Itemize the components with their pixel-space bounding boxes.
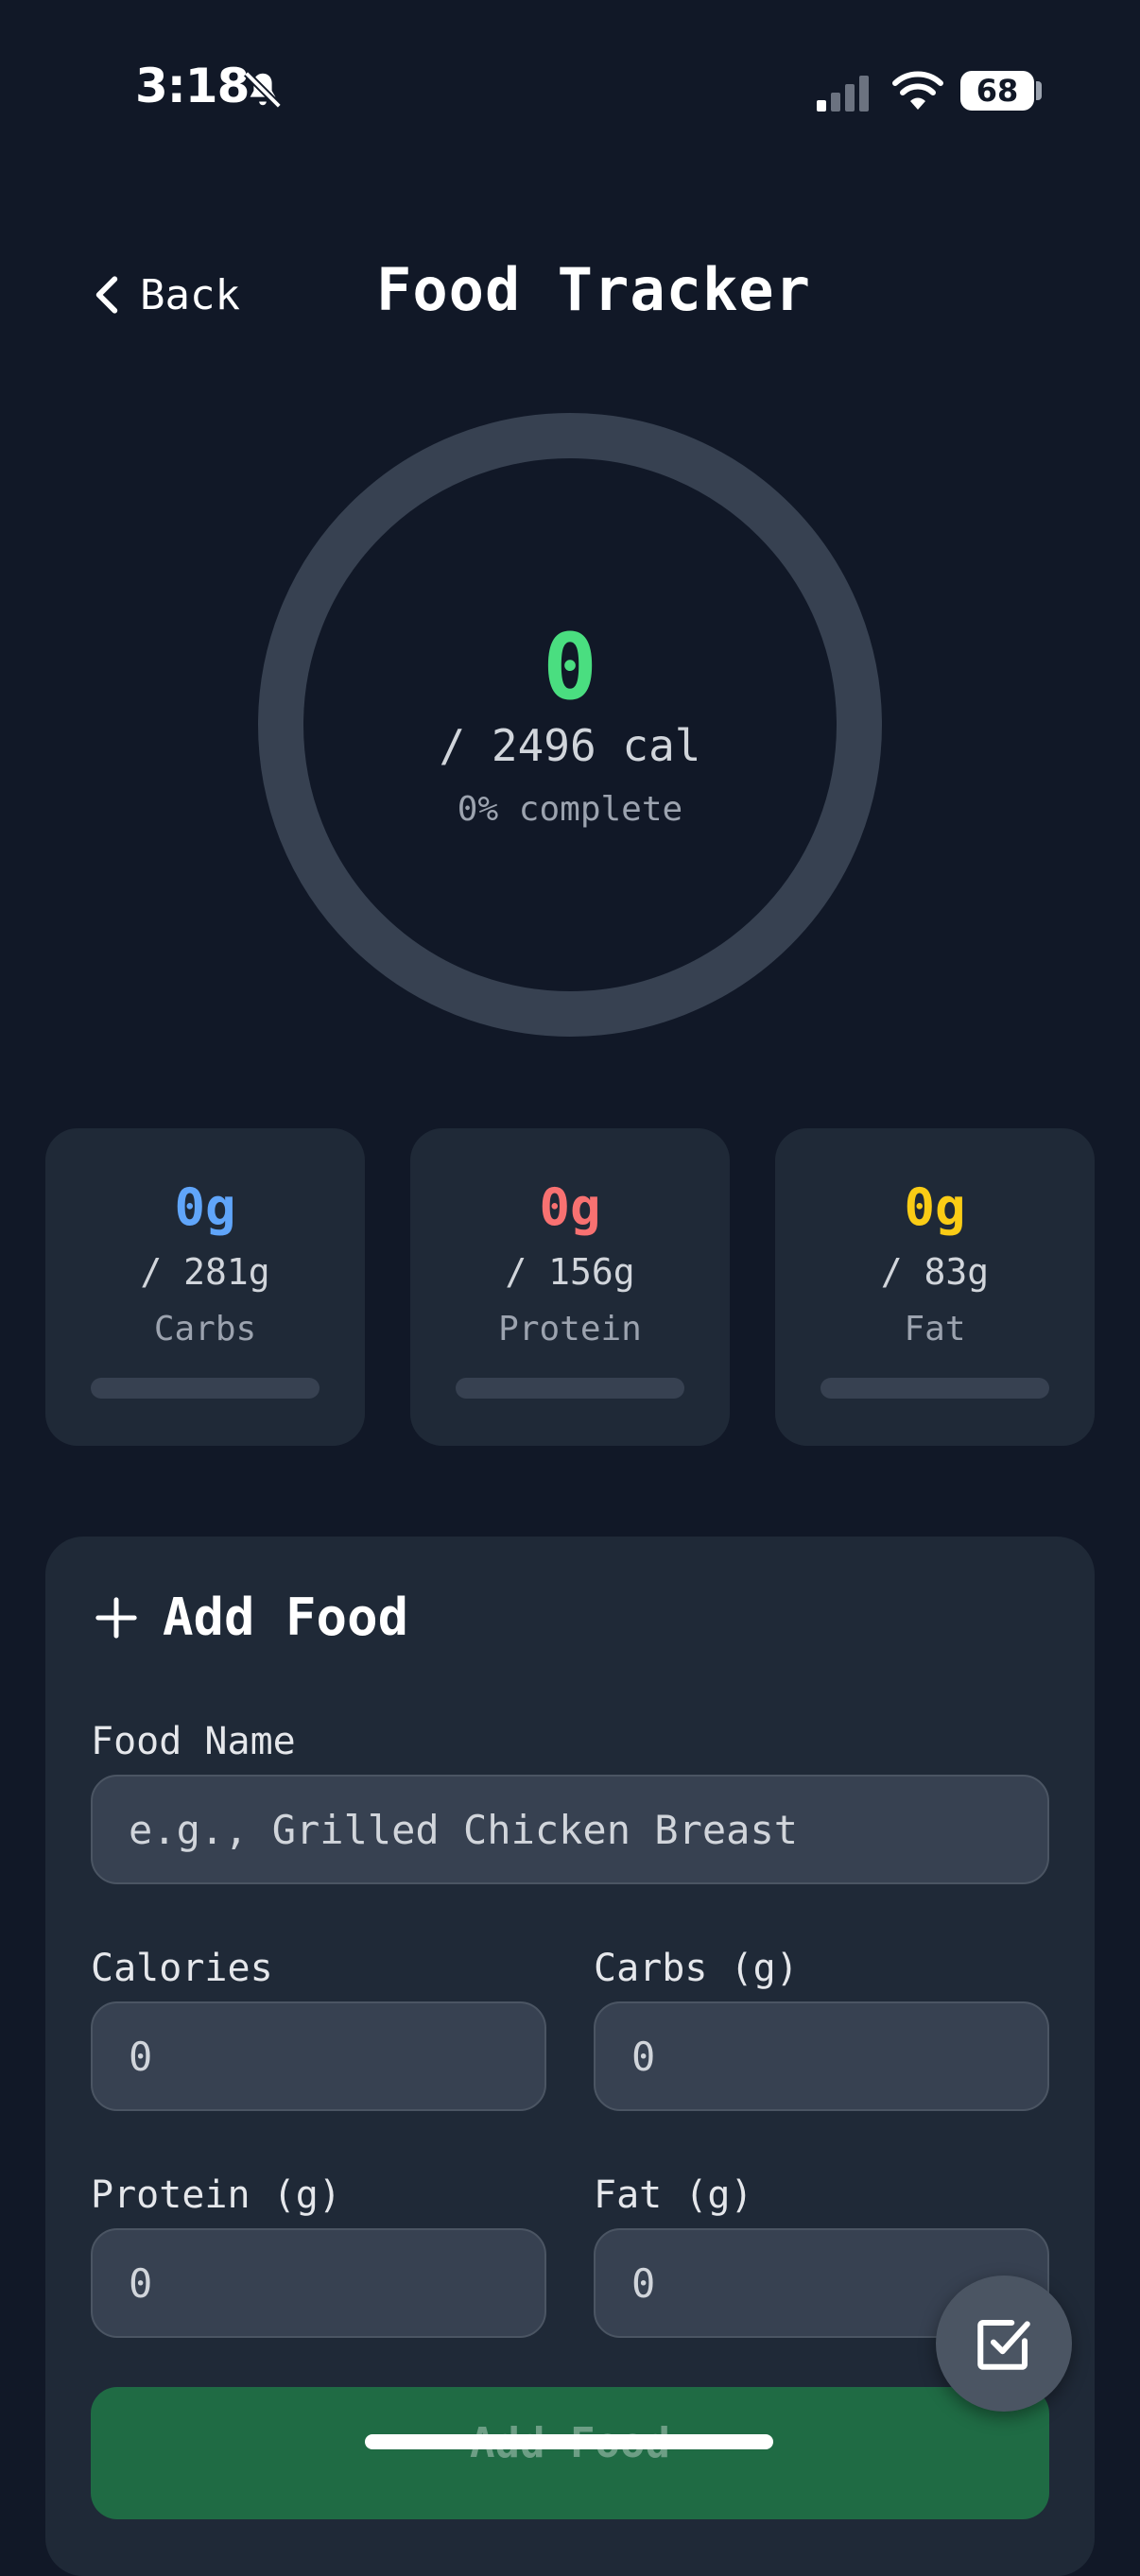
fat-input-label: Fat (g): [594, 2173, 753, 2217]
page-title: Food Tracker: [376, 255, 811, 324]
calories-consumed: 0: [543, 614, 597, 720]
add-food-heading-text: Add Food: [163, 1588, 409, 1647]
protein-goal: / 156g: [505, 1251, 635, 1293]
signal-icon: [817, 76, 869, 112]
carbs-label: Carbs: [153, 1310, 257, 1348]
calorie-goal: / 2496 cal: [439, 720, 701, 771]
fat-value: 0g: [904, 1177, 966, 1237]
carbs-input[interactable]: 0: [594, 2001, 1049, 2111]
calorie-percent-complete: 0% complete: [457, 790, 683, 829]
fat-label: Fat: [904, 1310, 966, 1348]
protein-progress-bar: [456, 1378, 684, 1399]
food-name-label: Food Name: [91, 1720, 296, 1763]
calories-label: Calories: [91, 1947, 273, 1990]
wifi-icon: [892, 71, 943, 110]
protein-value: 0g: [539, 1177, 601, 1237]
status-time: 3:18: [135, 59, 250, 113]
calories-input[interactable]: 0: [91, 2001, 546, 2111]
fat-goal: / 83g: [880, 1251, 990, 1293]
carbs-progress-bar: [91, 1378, 320, 1399]
macro-card-carbs: 0g / 281g Carbs: [45, 1128, 365, 1446]
add-food-button[interactable]: Add Food: [91, 2387, 1049, 2519]
carbs-input-label: Carbs (g): [594, 1947, 799, 1990]
protein-label: Protein: [498, 1310, 642, 1348]
fat-progress-bar: [820, 1378, 1049, 1399]
carbs-goal: / 281g: [140, 1251, 270, 1293]
macro-card-protein: 0g / 156g Protein: [410, 1128, 730, 1446]
macro-card-fat: 0g / 83g Fat: [775, 1128, 1095, 1446]
battery-icon: 68: [960, 71, 1034, 111]
checkbox-icon: [977, 2319, 1030, 2370]
add-food-heading: Add Food: [95, 1588, 408, 1647]
checklist-fab-button[interactable]: [936, 2275, 1072, 2412]
plus-icon: [95, 1596, 137, 1639]
home-indicator[interactable]: [365, 2434, 773, 2449]
bell-slash-icon: [244, 71, 282, 109]
battery-nub: [1036, 81, 1042, 100]
carbs-value: 0g: [174, 1177, 236, 1237]
protein-input[interactable]: 0: [91, 2228, 546, 2338]
protein-input-label: Protein (g): [91, 2173, 341, 2217]
food-name-input[interactable]: e.g., Grilled Chicken Breast: [91, 1775, 1049, 1884]
